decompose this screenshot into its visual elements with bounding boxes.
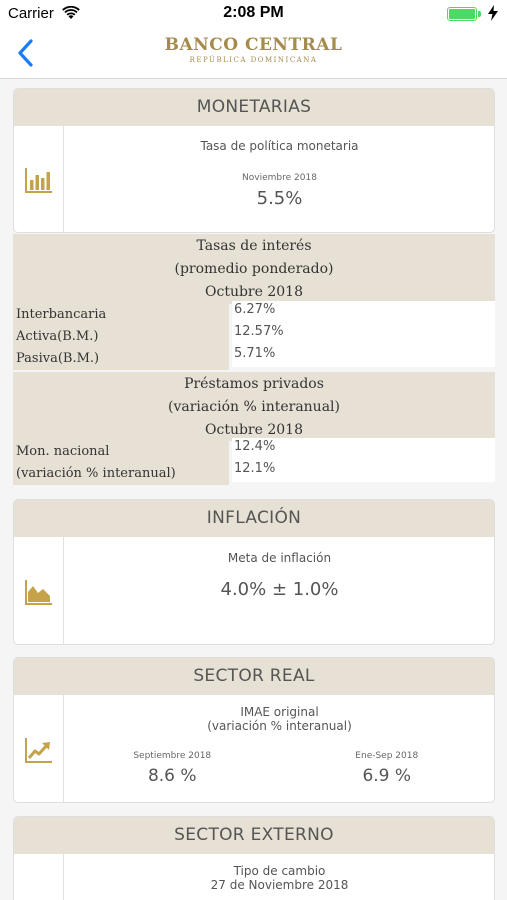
sector-real-content: IMAE original (variación % interanual) S… [65, 695, 495, 802]
inflacion-icon-cell [14, 537, 64, 644]
row-value: 5.71% [232, 345, 495, 367]
charging-bolt-icon [488, 5, 498, 21]
line-chart-icon [25, 737, 52, 763]
sector-real-right-value: 6.9 % [362, 766, 412, 786]
sector-real-title: IMAE original [240, 705, 319, 719]
monetarias-date: Noviembre 2018 [242, 173, 317, 183]
sector-real-right-date: Ene-Sep 2018 [355, 751, 419, 761]
row-value: 12.4% [232, 438, 495, 460]
sector-real-header: SECTOR REAL [14, 658, 494, 695]
logo-subtitle: REPÚBLICA DOMINICANA [189, 56, 318, 64]
row-label: Interbancaria [13, 304, 229, 326]
inflacion-content: Meta de inflación 4.0% ± 1.0% [65, 537, 494, 644]
prestamos-subtitle: (variación % interanual) [168, 399, 340, 415]
monetarias-title: Tasa de política monetaria [200, 139, 359, 153]
sector-externo-content: Tipo de cambio 27 de Noviembre 2018 [65, 854, 494, 900]
inflacion-card[interactable]: INFLACIÓN Meta de inflación 4.0% ± 1.0% [13, 499, 495, 645]
monetarias-content: Tasa de política monetaria Noviembre 201… [65, 126, 494, 232]
inflacion-value: 4.0% ± 1.0% [220, 579, 339, 600]
monetarias-card[interactable]: MONETARIAS Tasa de política monetaria No… [13, 88, 495, 233]
bank-logo: BANCO CENTRAL REPÚBLICA DOMINICANA [0, 35, 507, 64]
row-value: 6.27% [232, 301, 495, 323]
prestamos-header: Préstamos privados (variación % interanu… [13, 372, 495, 441]
row-label: Pasiva(B.M.) [13, 348, 229, 370]
navigation-bar: BANCO CENTRAL REPÚBLICA DOMINICANA [0, 28, 507, 79]
sector-real-left-value: 8.6 % [147, 766, 197, 786]
sector-externo-header: SECTOR EXTERNO [14, 817, 494, 854]
tasas-interes-header: Tasas de interés (promedio ponderado) Oc… [13, 234, 495, 304]
logo-title: BANCO CENTRAL [164, 35, 343, 55]
prestamos-title: Préstamos privados [184, 376, 324, 392]
row-label: Mon. nacional [13, 441, 229, 463]
sector-real-right: Ene-Sep 2018 6.9 % [280, 751, 495, 786]
tasas-interes-title: Tasas de interés [196, 238, 312, 254]
monetarias-icon-cell [14, 126, 64, 232]
sector-real-card[interactable]: SECTOR REAL IMAE original (variación % i… [13, 657, 495, 803]
sector-externo-title: Tipo de cambio [233, 864, 326, 878]
battery-tip [478, 11, 481, 17]
battery-icon [447, 7, 477, 21]
status-bar: Carrier 2:08 PM [0, 0, 507, 28]
table-row: (variación % interanual) 12.1% [13, 460, 495, 485]
clock: 2:08 PM [223, 4, 284, 21]
rates-table: Tasas de interés (promedio ponderado) Oc… [13, 234, 495, 485]
sector-externo-subtitle: 27 de Noviembre 2018 [210, 878, 349, 892]
bar-chart-icon [25, 168, 52, 193]
sector-real-icon-cell [14, 695, 64, 802]
row-value: 12.57% [232, 323, 495, 345]
row-label: (variación % interanual) [13, 463, 229, 485]
tasas-interes-subtitle: (promedio ponderado) [174, 261, 334, 277]
area-chart-icon [25, 579, 52, 605]
sector-real-left-date: Septiembre 2018 [133, 751, 212, 761]
monetarias-header: MONETARIAS [14, 89, 494, 126]
inflacion-header: INFLACIÓN [14, 500, 494, 537]
inflacion-title: Meta de inflación [227, 551, 332, 565]
scroll-content[interactable]: MONETARIAS Tasa de política monetaria No… [0, 80, 507, 900]
sector-externo-card[interactable]: SECTOR EXTERNO Tipo de cambio 27 de Novi… [13, 816, 495, 900]
sector-real-subtitle: (variación % interanual) [207, 719, 352, 733]
monetarias-value: 5.5% [256, 188, 303, 209]
row-value: 12.1% [232, 460, 495, 482]
sector-externo-icon-cell [14, 854, 64, 900]
table-row: Pasiva(B.M.) 5.71% [13, 345, 495, 370]
sector-real-left: Septiembre 2018 8.6 % [65, 751, 280, 786]
row-label: Activa(B.M.) [13, 326, 229, 348]
